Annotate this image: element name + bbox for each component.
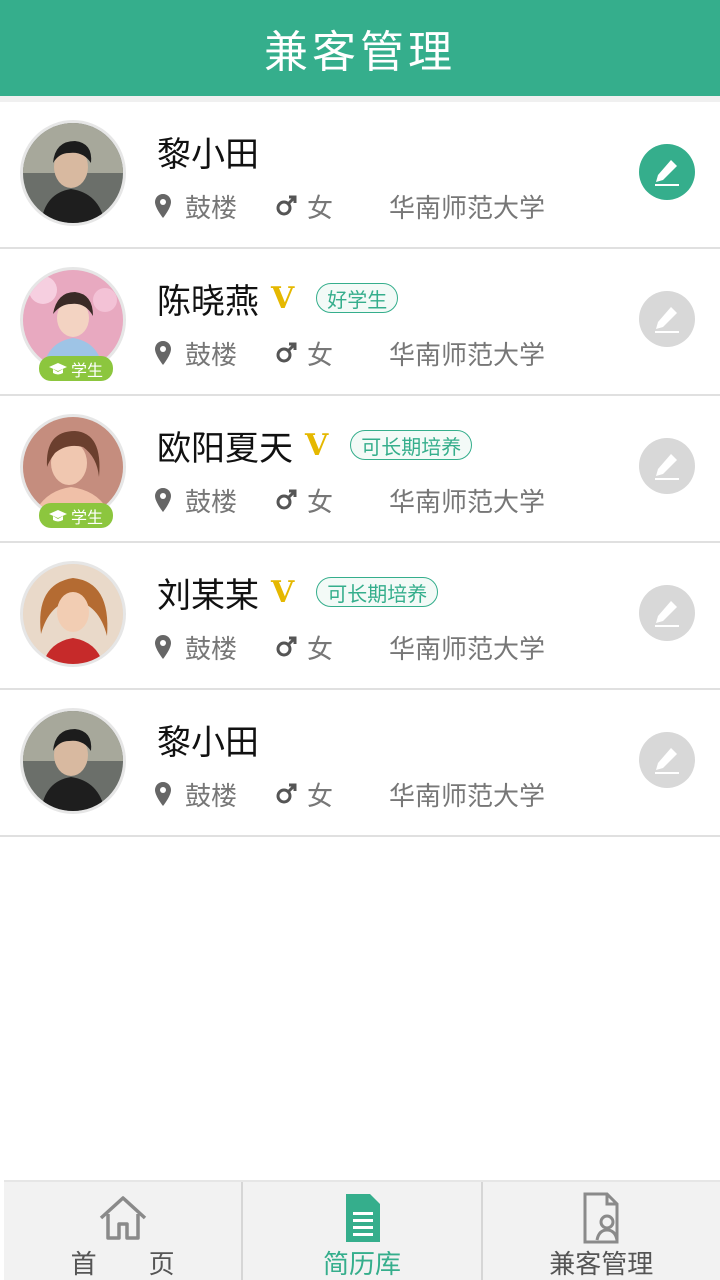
tab-resume-label: 简历库	[322, 1250, 401, 1280]
gender-icon	[276, 342, 297, 363]
worker-name: 黎小田	[157, 722, 259, 763]
edit-button[interactable]	[639, 144, 695, 200]
list-item[interactable]: 刘某某 V 可长期培养 鼓楼 女 华南师范大学	[0, 543, 720, 690]
avatar-photo-icon	[23, 711, 123, 811]
worker-list: 黎小田 鼓楼 女 华南师范大学 学生 陈晓燕 V 好学生 鼓楼 女 华南师范大学…	[0, 102, 720, 837]
worker-tag: 好学生	[316, 283, 399, 313]
location-pin-icon	[155, 194, 171, 218]
vip-mark: V	[271, 574, 295, 610]
location-text: 鼓楼	[185, 340, 238, 371]
bottom-tab-bar: 首 页 简历库 兼客管理	[4, 1180, 720, 1280]
worker-tag: 可长期培养	[350, 430, 473, 460]
student-badge: 学生	[39, 356, 113, 381]
top-bar: 兼客管理	[0, 0, 720, 96]
worker-name: 刘某某	[157, 575, 259, 616]
graduation-cap-icon	[48, 509, 67, 521]
school-text: 华南师范大学	[389, 781, 546, 812]
gender-text: 女	[307, 634, 334, 665]
location-pin-icon	[155, 782, 171, 806]
avatar-photo-icon	[23, 123, 123, 223]
avatar[interactable]	[20, 561, 126, 667]
avatar[interactable]: 学生	[20, 267, 126, 381]
location-text: 鼓楼	[185, 781, 238, 812]
worker-tag: 可长期培养	[316, 577, 439, 607]
gender-text: 女	[307, 193, 334, 224]
tab-resume[interactable]: 简历库	[241, 1182, 480, 1280]
edit-button[interactable]	[639, 438, 695, 494]
location-text: 鼓楼	[185, 634, 238, 665]
edit-button[interactable]	[639, 291, 695, 347]
student-badge-label: 学生	[70, 507, 103, 527]
location-pin-icon	[155, 341, 171, 365]
pencil-icon	[655, 454, 679, 480]
tab-home[interactable]: 首 页	[4, 1182, 241, 1280]
worker-name: 陈晓燕	[157, 281, 259, 322]
location-pin-icon	[155, 488, 171, 512]
pencil-icon	[655, 601, 679, 627]
avatar-photo-icon	[23, 564, 123, 664]
tab-home-label: 首 页	[70, 1250, 175, 1280]
school-text: 华南师范大学	[389, 193, 546, 224]
pencil-icon	[655, 160, 679, 186]
graduation-cap-icon	[48, 362, 67, 374]
tab-manage-label: 兼客管理	[549, 1250, 654, 1280]
school-text: 华南师范大学	[389, 340, 546, 371]
list-item[interactable]: 黎小田 鼓楼 女 华南师范大学	[0, 690, 720, 837]
pencil-icon	[655, 748, 679, 774]
worker-name: 黎小田	[157, 134, 259, 175]
gender-icon	[276, 195, 297, 216]
avatar[interactable]	[20, 120, 126, 226]
worker-name: 欧阳夏天	[157, 428, 293, 469]
edit-button[interactable]	[639, 732, 695, 788]
location-text: 鼓楼	[185, 487, 238, 518]
school-text: 华南师范大学	[389, 634, 546, 665]
gender-text: 女	[307, 487, 334, 518]
student-badge: 学生	[39, 503, 113, 528]
tab-manage[interactable]: 兼客管理	[480, 1182, 720, 1280]
gender-icon	[276, 636, 297, 657]
page-title: 兼客管理	[264, 27, 456, 78]
vip-mark: V	[305, 427, 329, 463]
list-item[interactable]: 黎小田 鼓楼 女 华南师范大学	[0, 102, 720, 249]
pencil-icon	[655, 307, 679, 333]
gender-text: 女	[307, 340, 334, 371]
location-pin-icon	[155, 635, 171, 659]
avatar[interactable]	[20, 708, 126, 814]
document-icon	[345, 1194, 380, 1242]
list-item[interactable]: 学生 陈晓燕 V 好学生 鼓楼 女 华南师范大学	[0, 249, 720, 396]
student-badge-label: 学生	[70, 360, 103, 380]
gender-text: 女	[307, 781, 334, 812]
avatar-photo-icon	[23, 270, 123, 370]
avatar[interactable]: 学生	[20, 414, 126, 528]
edit-button[interactable]	[639, 585, 695, 641]
school-text: 华南师范大学	[389, 487, 546, 518]
vip-mark: V	[271, 280, 295, 316]
avatar-photo-icon	[23, 417, 123, 517]
location-text: 鼓楼	[185, 193, 238, 224]
home-icon	[99, 1196, 146, 1240]
gender-icon	[276, 489, 297, 510]
user-document-icon	[583, 1192, 619, 1244]
list-item[interactable]: 学生 欧阳夏天 V 可长期培养 鼓楼 女 华南师范大学	[0, 396, 720, 543]
gender-icon	[276, 783, 297, 804]
